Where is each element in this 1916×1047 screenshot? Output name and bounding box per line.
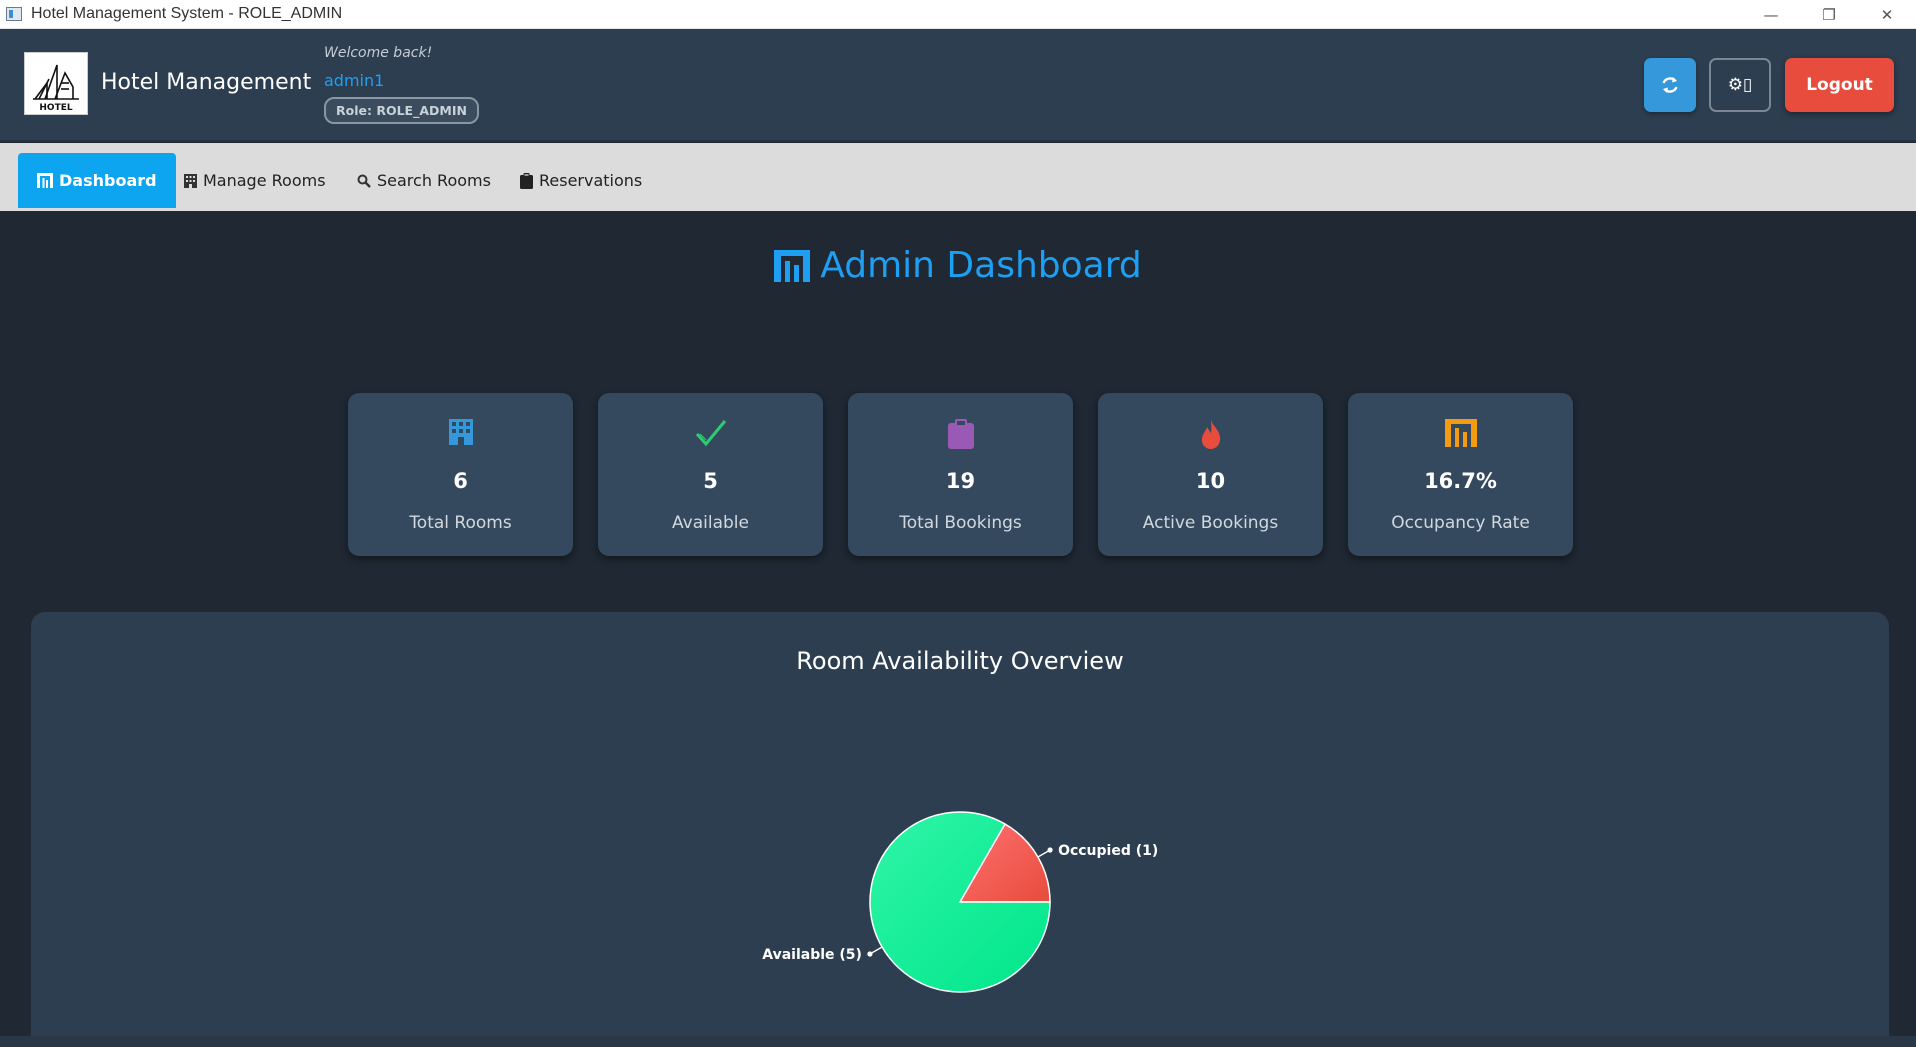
stat-label: Occupancy Rate (1391, 513, 1530, 533)
page-title-text: Admin Dashboard (820, 245, 1142, 286)
clipboard-icon (520, 172, 533, 189)
bottom-edge (0, 1036, 1916, 1047)
stat-value: 10 (1195, 469, 1226, 493)
restore-button[interactable]: ❐ (1800, 0, 1858, 29)
bar-chart-icon (1348, 419, 1573, 447)
tab-manage-rooms-label: Manage Rooms (203, 171, 326, 190)
pie-leader-dot (1047, 847, 1053, 853)
building-icon (348, 419, 573, 445)
role-badge: Role: ROLE_ADMIN (324, 97, 479, 124)
tab-manage-rooms[interactable]: Manage Rooms (184, 153, 326, 208)
pie-label: Available (5) (762, 947, 862, 963)
bar-chart-icon (774, 249, 811, 282)
tab-reservations-label: Reservations (539, 171, 643, 190)
refresh-icon (1662, 77, 1678, 93)
welcome-text: Welcome back! (324, 45, 433, 61)
stat-card-active-bookings: 10 Active Bookings (1098, 393, 1323, 556)
settings-button[interactable]: ⚙▯ (1709, 58, 1771, 112)
window-titlebar: Hotel Management System - ROLE_ADMIN — ❐… (0, 0, 1916, 29)
check-icon (598, 419, 823, 447)
app-title: Hotel Management (101, 70, 312, 95)
stat-card-total-rooms: 6 Total Rooms (348, 393, 573, 556)
stat-value: 16.7% (1424, 469, 1497, 493)
stat-card-available: 5 Available (598, 393, 823, 556)
stat-value: 5 (703, 469, 718, 493)
stat-label: Total Rooms (409, 513, 512, 533)
bar-chart-icon (37, 173, 53, 188)
logo-text: HOTEL (39, 103, 72, 113)
stat-label: Total Bookings (899, 513, 1022, 533)
availability-pie-chart: Occupied (1) Available (5) (762, 811, 1158, 993)
page-title: Admin Dashboard (0, 245, 1916, 286)
stat-label: Available (672, 513, 749, 533)
minimize-button[interactable]: — (1742, 0, 1800, 29)
stat-card-total-bookings: 19 Total Bookings (848, 393, 1073, 556)
refresh-button[interactable] (1644, 58, 1696, 112)
clipboard-icon (848, 419, 1073, 449)
stat-card-occupancy-rate: 16.7% Occupancy Rate (1348, 393, 1573, 556)
window-title: Hotel Management System - ROLE_ADMIN (31, 5, 343, 22)
app-window-icon (6, 7, 22, 21)
window-controls: — ❐ ✕ (1742, 0, 1916, 29)
stat-value: 19 (945, 469, 976, 493)
logout-button[interactable]: Logout (1785, 58, 1894, 112)
close-window-button[interactable]: ✕ (1858, 0, 1916, 29)
building-icon (184, 173, 197, 188)
stat-value: 6 (453, 469, 468, 493)
stat-label: Active Bookings (1142, 513, 1279, 533)
app-header: HOTEL Hotel Management Welcome back! adm… (0, 29, 1916, 142)
fire-icon (1098, 419, 1323, 449)
tab-search-rooms-label: Search Rooms (377, 171, 491, 190)
tab-dashboard-label: Dashboard (59, 171, 157, 190)
username: admin1 (324, 71, 385, 90)
room-availability-panel: Room Availability Overview Occupied (1) A… (31, 612, 1889, 1047)
tab-search-rooms[interactable]: Search Rooms (357, 153, 491, 208)
pie-leader-dot (867, 951, 873, 957)
search-icon (357, 174, 371, 188)
hotel-logo: HOTEL (24, 52, 88, 115)
tab-dashboard[interactable]: Dashboard (18, 153, 176, 208)
main-tabbar: Dashboard Manage Rooms Search Rooms Rese… (0, 143, 1916, 211)
tab-reservations[interactable]: Reservations (520, 153, 642, 208)
pie-label: Occupied (1) (1058, 843, 1158, 859)
